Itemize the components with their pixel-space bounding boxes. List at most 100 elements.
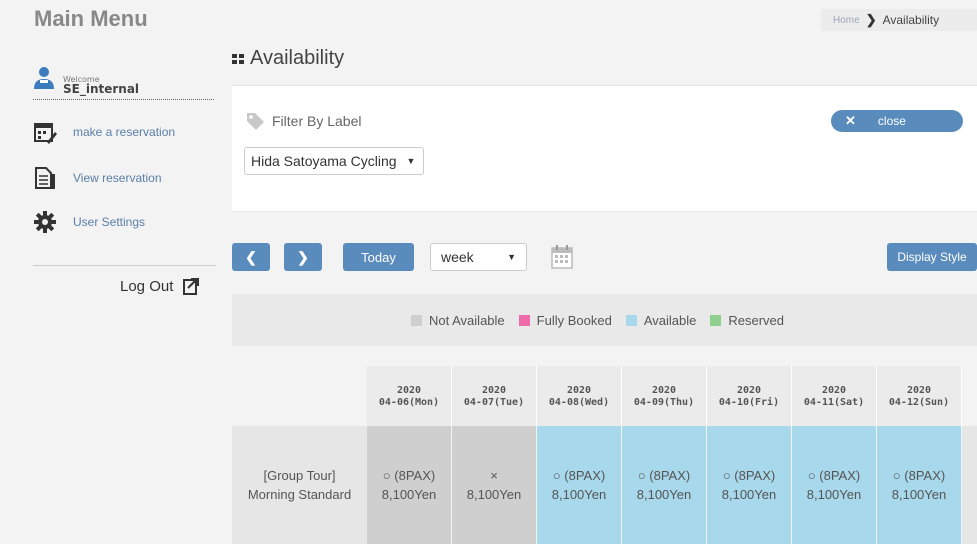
sidebar-item-label: User Settings xyxy=(73,215,146,229)
legend-label: Reserved xyxy=(728,312,784,328)
legend-item-fully-booked: Fully Booked xyxy=(518,312,612,328)
slot-cell-not-available[interactable]: ○ (8PAX) 8,100Yen xyxy=(367,426,452,544)
slot-cell-not-available[interactable]: × 8,100Yen xyxy=(452,426,537,544)
slot-status: ○ (8PAX) xyxy=(382,468,436,483)
sidebar-item-label: View reservation xyxy=(73,171,162,185)
today-button[interactable]: Today xyxy=(343,243,414,271)
slot-price: 8,100Yen xyxy=(636,487,692,502)
breadcrumb-home[interactable]: Home xyxy=(833,15,860,26)
day-header: 2020 04-09(Thu) xyxy=(622,366,707,426)
legend-item-reserved: Reserved xyxy=(710,313,784,328)
table-header-row: 2020 04-06(Mon) 2020 04-07(Tue) 2020 04-… xyxy=(232,366,977,426)
grid-icon xyxy=(232,53,244,64)
slot-cell-available[interactable]: ○ (8PAX) 8,100Yen xyxy=(877,426,962,544)
legend-item-available: Available xyxy=(625,312,697,328)
breadcrumb-current: Availability xyxy=(882,13,940,27)
legend-swatch xyxy=(625,314,637,326)
day-header-year: 2020 xyxy=(396,384,422,396)
legend-label: Not Available xyxy=(429,312,505,328)
day-header: 2020 04-11(Sat) xyxy=(792,366,877,426)
day-header-year: 2020 xyxy=(821,384,847,396)
day-header-date: 04-09(Thu) xyxy=(633,396,695,408)
display-style-button[interactable]: Display Style xyxy=(887,243,977,271)
slot-status: × xyxy=(490,468,498,483)
label-filter-value: Hida Satoyama Cycling xyxy=(251,153,397,169)
filter-label: Filter By Label xyxy=(246,112,361,130)
page-title: Availability xyxy=(232,47,344,70)
legend-label: Fully Booked xyxy=(536,312,612,328)
tour-name-line2: Morning Standard xyxy=(247,487,352,502)
slot-status: ○ (8PAX) xyxy=(892,468,946,483)
chevron-right-icon: ❯ xyxy=(297,248,309,265)
tour-name: [Group Tour] Morning Standard xyxy=(232,426,367,544)
day-header: 2020 04-10(Fri) xyxy=(707,366,792,426)
legend-swatch xyxy=(518,314,530,326)
close-filter-button[interactable]: ✕ close xyxy=(831,110,963,132)
sidebar-divider xyxy=(33,265,216,266)
day-header-date: 04-11(Sat) xyxy=(803,396,865,408)
day-header: 2020 04-12(Sun) xyxy=(877,366,962,426)
caret-down-icon: ▼ xyxy=(507,252,516,262)
day-header-year: 2020 xyxy=(481,384,507,396)
welcome-box: Welcome SE_internal xyxy=(33,66,214,100)
slot-cell-available[interactable]: ○ (8PAX) 8,100Yen xyxy=(707,426,792,544)
breadcrumb: Home ❯ Availability xyxy=(821,9,977,31)
slot-status: ○ (8PAX) xyxy=(637,468,691,483)
slot-status: ○ (8PAX) xyxy=(722,468,776,483)
chevron-left-icon: ❮ xyxy=(245,248,257,265)
tour-name-line1: [Group Tour] xyxy=(263,468,336,483)
legend-swatch xyxy=(411,314,422,326)
day-header-date: 04-12(Sun) xyxy=(888,396,950,408)
user-icon xyxy=(34,67,54,89)
slot-cell-available[interactable]: ○ (8PAX) 8,100Yen xyxy=(537,426,622,544)
chevron-right-icon: ❯ xyxy=(865,12,877,27)
close-icon: ✕ xyxy=(845,113,856,128)
main-menu-title: Main Menu xyxy=(34,6,148,31)
sidebar-item-user-settings[interactable]: User Settings xyxy=(33,209,145,235)
caret-down-icon: ▼ xyxy=(406,156,416,166)
slot-cell-available[interactable]: ○ (8PAX) 8,100Yen xyxy=(792,426,877,544)
slot-price: 8,100Yen xyxy=(551,487,607,502)
day-header-year: 2020 xyxy=(736,384,762,396)
view-mode-select[interactable]: week ▼ xyxy=(430,243,527,271)
page-title-text: Availability xyxy=(250,47,345,69)
sidebar-item-view-reservation[interactable]: View reservation xyxy=(33,165,162,191)
day-header-date: 04-06(Mon) xyxy=(378,396,440,408)
day-header-year: 2020 xyxy=(651,384,677,396)
day-header: 2020 04-07(Tue) xyxy=(452,366,537,426)
label-filter-select[interactable]: Hida Satoyama Cycling ▼ xyxy=(244,147,425,175)
logout-icon xyxy=(183,278,200,295)
slot-price: 8,100Yen xyxy=(381,487,437,502)
day-header: 2020 04-08(Wed) xyxy=(537,366,622,426)
legend: Not Available Fully Booked Available Res… xyxy=(232,294,977,346)
close-label: close xyxy=(877,114,906,128)
day-header: 2020 04-06(Mon) xyxy=(367,366,452,426)
filter-label-text: Filter By Label xyxy=(272,113,362,129)
tag-icon xyxy=(247,113,264,130)
gear-icon xyxy=(33,210,57,234)
availability-table: 2020 04-06(Mon) 2020 04-07(Tue) 2020 04-… xyxy=(232,366,977,544)
previous-button[interactable]: ❮ xyxy=(232,243,270,271)
sidebar-item-label: make a reservation xyxy=(73,125,176,139)
day-header-date: 04-07(Tue) xyxy=(463,396,525,408)
logout-link[interactable]: Log Out xyxy=(120,277,200,295)
slot-price: 8,100Yen xyxy=(721,487,777,502)
slot-price: 8,100Yen xyxy=(891,487,947,502)
slot-price: 8,100Yen xyxy=(466,487,522,502)
sidebar-item-make-reservation[interactable]: make a reservation xyxy=(33,119,175,145)
day-header-date: 04-08(Wed) xyxy=(548,396,610,408)
legend-label: Available xyxy=(643,312,697,328)
legend-item-not-available: Not Available xyxy=(411,313,505,328)
slot-cell-available[interactable]: ○ (8PAX) 8,100Yen xyxy=(622,426,707,544)
user-name: SE_internal xyxy=(63,82,140,96)
calendar-icon[interactable] xyxy=(551,245,573,269)
calendar-edit-icon xyxy=(33,120,57,144)
logout-label: Log Out xyxy=(120,277,174,295)
slot-status: ○ (8PAX) xyxy=(552,468,606,483)
sidebar: Main Menu Welcome SE_internal make a res… xyxy=(0,0,218,544)
document-icon xyxy=(33,166,57,190)
filter-panel: Filter By Label Hida Satoyama Cycling ▼ … xyxy=(232,85,977,212)
view-mode-value: week xyxy=(441,249,474,265)
next-button[interactable]: ❯ xyxy=(284,243,322,271)
table-row: [Group Tour] Morning Standard ○ (8PAX) 8… xyxy=(232,426,977,544)
